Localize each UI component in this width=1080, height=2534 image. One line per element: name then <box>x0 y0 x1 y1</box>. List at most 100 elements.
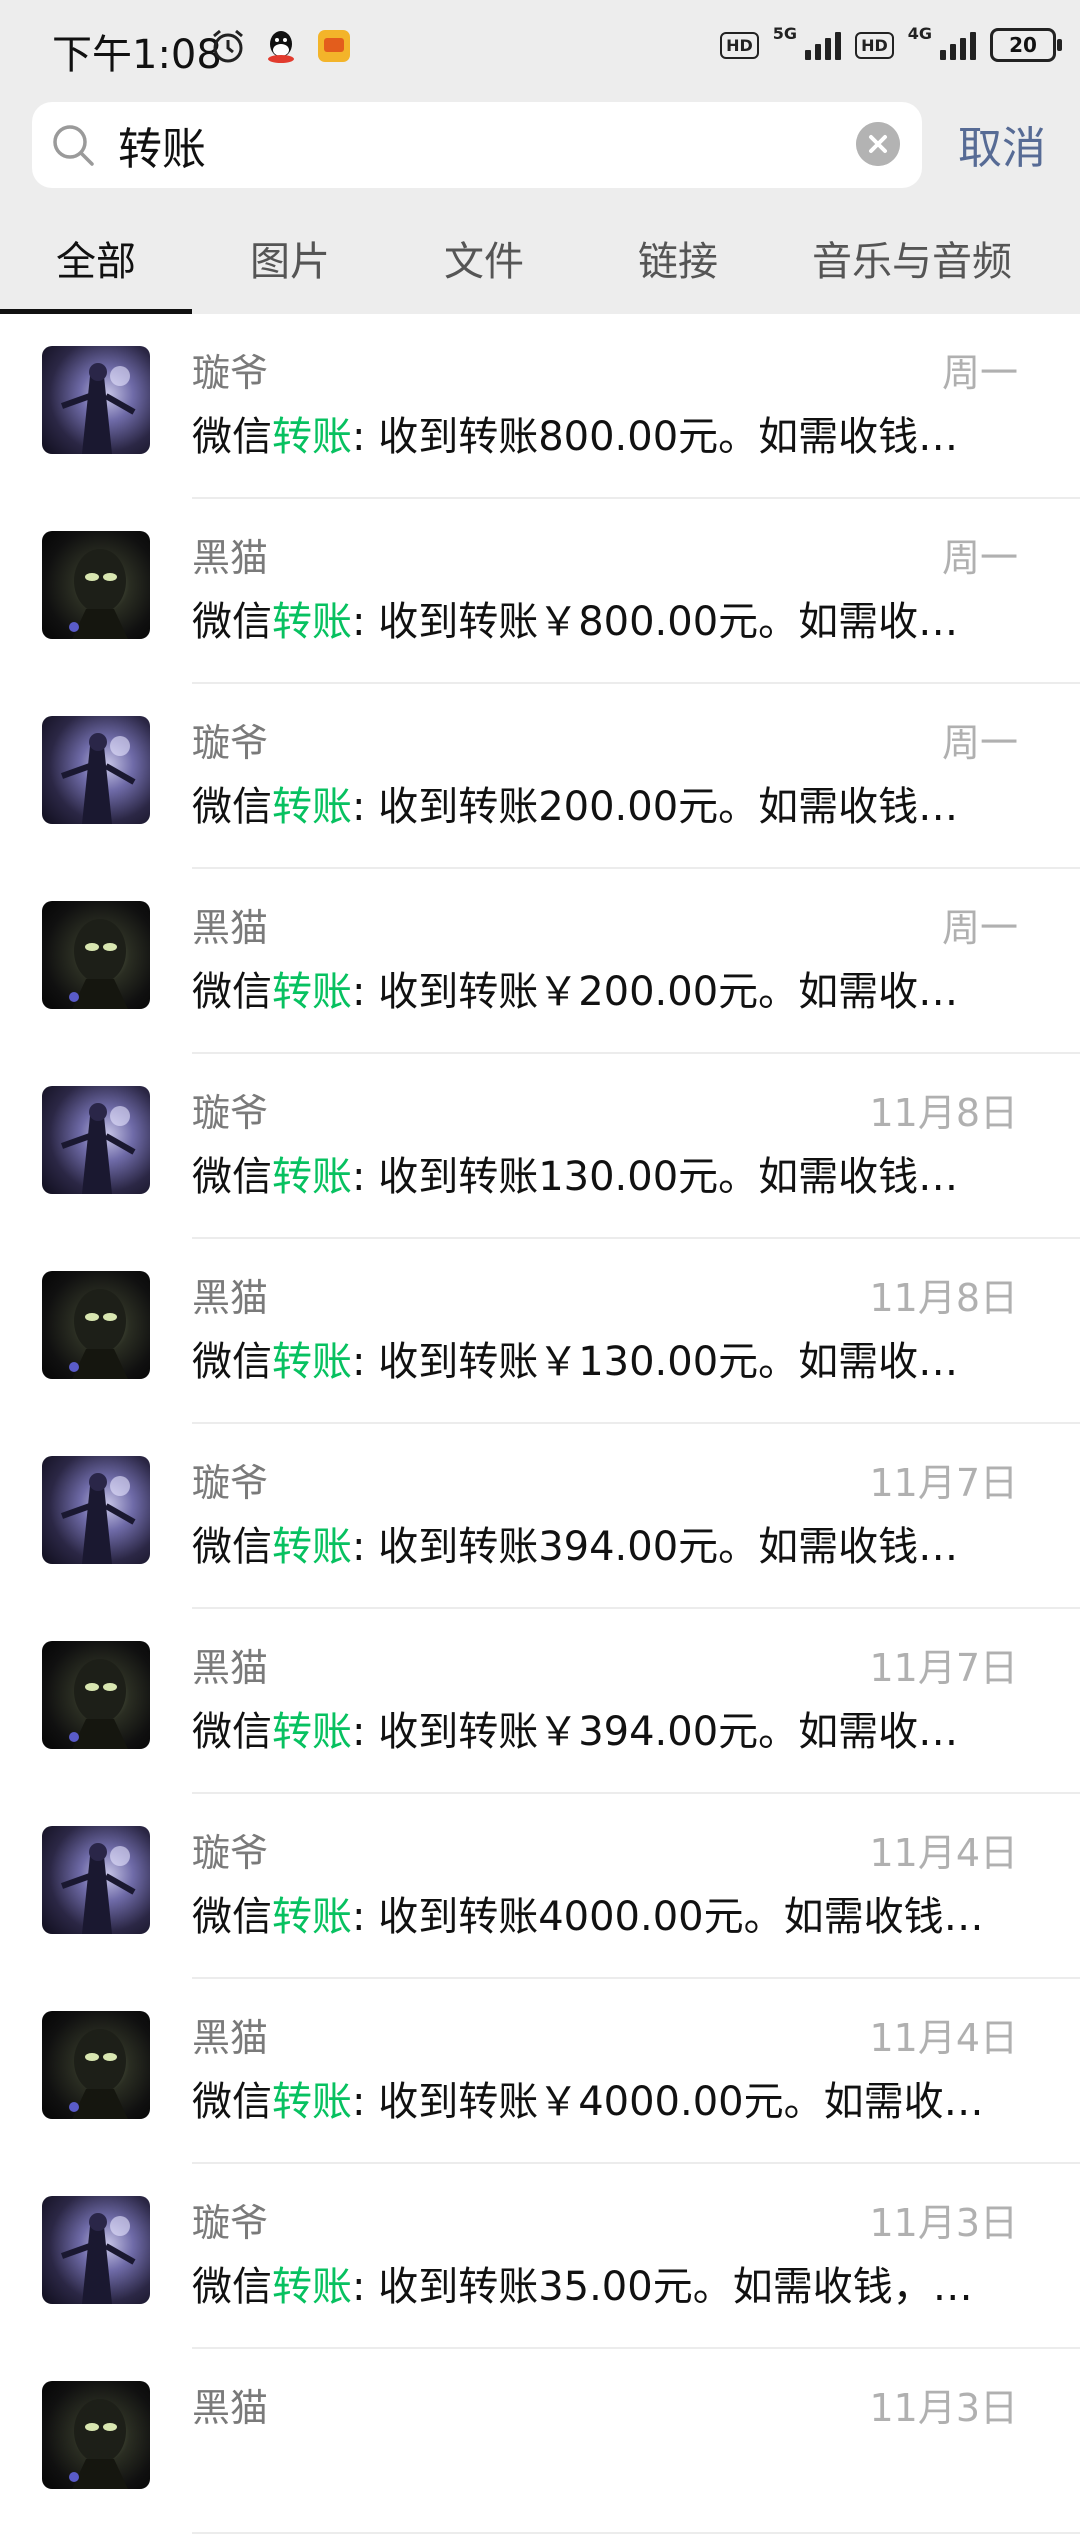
message-snippet: 微信转账: 收到转账35.00元。如需收钱，… <box>192 2254 1012 2312</box>
search-field[interactable] <box>32 102 922 188</box>
keyword-highlight: 转账 <box>272 1154 352 1200</box>
message-date: 11月8日 <box>869 1091 1018 1135</box>
message-date: 11月8日 <box>869 1276 1018 1320</box>
message-snippet: 微信转账: 收到转账￥200.00元。如需收… <box>192 959 1012 1017</box>
avatar[interactable] <box>42 2196 150 2304</box>
avatar[interactable] <box>42 1086 150 1194</box>
message-prefix: 微信 <box>192 1339 272 1385</box>
message-date: 11月3日 <box>869 2201 1018 2245</box>
message-prefix: 微信 <box>192 784 272 830</box>
avatar[interactable] <box>42 1456 150 1564</box>
keyword-highlight: 转账 <box>272 599 352 645</box>
filter-tabs: 全部 图片 文件 链接 音乐与音频 <box>0 210 1080 314</box>
list-item[interactable]: 璇爷 11月7日微信转账: 收到转账394.00元。如需收钱… <box>0 1424 1080 1609</box>
contact-name: 璇爷 <box>192 1461 269 1505</box>
list-item[interactable]: 黑猫 11月8日 微信转账: 收到转账￥130.00元。如需收… <box>0 1239 1080 1424</box>
message-prefix: 微信 <box>192 1524 272 1570</box>
message-snippet: 微信转账: 收到转账4000.00元。如需收钱… <box>192 1884 1012 1942</box>
clear-icon[interactable] <box>856 122 900 166</box>
message-date: 11月4日 <box>869 1831 1018 1875</box>
search-results-list: 璇爷 周一 微信转账: 收到转账800.00元。如需收钱… 黑猫 周一 微信转账: 收到转… <box>0 314 1080 2534</box>
avatar[interactable] <box>42 1826 150 1934</box>
status-time: 下午1:08 <box>52 32 222 78</box>
message-date: 周一 <box>941 351 1018 395</box>
avatar[interactable] <box>42 1271 150 1379</box>
contact-name: 璇爷 <box>192 2201 269 2245</box>
list-item[interactable]: 璇爷 11月4日 微信转账: 收到转账4000.00元。如需收钱… <box>0 1794 1080 1979</box>
avatar[interactable] <box>42 901 150 1009</box>
status-right-icons: HD 5G HD 4G 20 <box>720 24 1062 62</box>
message-date: 周一 <box>941 906 1018 950</box>
tab-label: 图片 <box>250 239 330 285</box>
avatar[interactable] <box>42 2011 150 2119</box>
message-snippet: 微信转账: 收到转账￥394.00元。如需收… <box>192 1699 1012 1757</box>
message-text: : 收到转账394.00元。如需收钱… <box>352 1524 959 1570</box>
message-date: 周一 <box>941 721 1018 765</box>
message-text: : 收到转账￥800.00元。如需收… <box>352 599 959 645</box>
status-left-icons <box>210 28 352 64</box>
avatar[interactable] <box>42 2381 150 2489</box>
avatar[interactable] <box>42 531 150 639</box>
keyword-highlight: 转账 <box>272 2079 352 2125</box>
message-text: : 收到转账￥200.00元。如需收… <box>352 969 959 1015</box>
contact-name: 黑猫 <box>192 536 269 580</box>
contact-name: 璇爷 <box>192 721 269 765</box>
message-date: 11月4日 <box>869 2016 1018 2060</box>
message-text: : 收到转账130.00元。如需收钱… <box>352 1154 959 1200</box>
list-item[interactable]: 璇爷 11月8日 微信转账: 收到转账130.00元。如需收钱… <box>0 1054 1080 1239</box>
contact-name: 璇爷 <box>192 351 269 395</box>
message-snippet: 微信转账: 收到转账￥4000.00元。如需收… <box>192 2069 1012 2127</box>
tab-music-audio[interactable]: 音乐与音频 <box>790 210 1034 314</box>
message-text: : 收到转账35.00元。如需收钱，… <box>352 2264 973 2310</box>
cancel-button[interactable]: 取消 <box>958 112 1046 176</box>
contact-name: 黑猫 <box>192 2016 269 2060</box>
message-date: 周一 <box>941 536 1018 580</box>
list-item[interactable]: 璇爷 11月3日微信转账: 收到转账35.00元。如需收钱，… <box>0 2164 1080 2349</box>
message-date: 11月7日 <box>869 1461 1018 1505</box>
avatar[interactable] <box>42 346 150 454</box>
keyword-highlight: 转账 <box>272 2264 352 2310</box>
message-text: : 收到转账￥130.00元。如需收… <box>352 1339 959 1385</box>
message-text: : 收到转账200.00元。如需收钱… <box>352 784 959 830</box>
tab-links[interactable]: 链接 <box>582 210 774 314</box>
keyword-highlight: 转账 <box>272 969 352 1015</box>
keyword-highlight: 转账 <box>272 1339 352 1385</box>
list-item[interactable]: 黑猫 周一 微信转账: 收到转账￥200.00元。如需收… <box>0 869 1080 1054</box>
message-prefix: 微信 <box>192 1894 272 1940</box>
message-text: : 收到转账800.00元。如需收钱… <box>352 414 959 460</box>
list-item[interactable]: 黑猫 11月4日微信转账: 收到转账￥4000.00元。如需收… <box>0 1979 1080 2164</box>
keyword-highlight: 转账 <box>272 1524 352 1570</box>
list-item[interactable]: 璇爷 周一微信转账: 收到转账200.00元。如需收钱… <box>0 684 1080 869</box>
network-5g-label: 5G <box>772 23 798 43</box>
tab-label: 全部 <box>56 239 136 285</box>
contact-name: 黑猫 <box>192 2386 269 2430</box>
keyword-highlight: 转账 <box>272 1894 352 1940</box>
search-input[interactable] <box>118 112 878 178</box>
battery-icon: 20 <box>990 28 1062 62</box>
message-snippet: 微信转账: 收到转账200.00元。如需收钱… <box>192 774 1012 832</box>
message-snippet: 微信转账: 收到转账￥800.00元。如需收… <box>192 589 1012 647</box>
tab-all[interactable]: 全部 <box>0 210 192 314</box>
message-text: : 收到转账￥4000.00元。如需收… <box>352 2079 984 2125</box>
avatar[interactable] <box>42 1641 150 1749</box>
app-icon <box>318 30 350 62</box>
hd-icon: HD <box>855 31 894 59</box>
keyword-highlight: 转账 <box>272 1709 352 1755</box>
list-item[interactable]: 黑猫 11月3日 <box>0 2349 1080 2534</box>
tab-files[interactable]: 文件 <box>388 210 580 314</box>
message-date: 11月7日 <box>869 1646 1018 1690</box>
message-prefix: 微信 <box>192 2264 272 2310</box>
message-prefix: 微信 <box>192 414 272 460</box>
signal-icon <box>940 30 976 60</box>
contact-name: 璇爷 <box>192 1091 269 1135</box>
keyword-highlight: 转账 <box>272 414 352 460</box>
avatar[interactable] <box>42 716 150 824</box>
message-snippet: 微信转账: 收到转账394.00元。如需收钱… <box>192 1514 1012 1572</box>
message-prefix: 微信 <box>192 969 272 1015</box>
tab-label: 音乐与音频 <box>812 239 1012 285</box>
list-item[interactable]: 黑猫 11月7日 微信转账: 收到转账￥394.00元。如需收… <box>0 1609 1080 1794</box>
message-prefix: 微信 <box>192 2079 272 2125</box>
tab-images[interactable]: 图片 <box>194 210 386 314</box>
list-item[interactable]: 黑猫 周一微信转账: 收到转账￥800.00元。如需收… <box>0 499 1080 684</box>
list-item[interactable]: 璇爷 周一微信转账: 收到转账800.00元。如需收钱… <box>0 314 1080 499</box>
